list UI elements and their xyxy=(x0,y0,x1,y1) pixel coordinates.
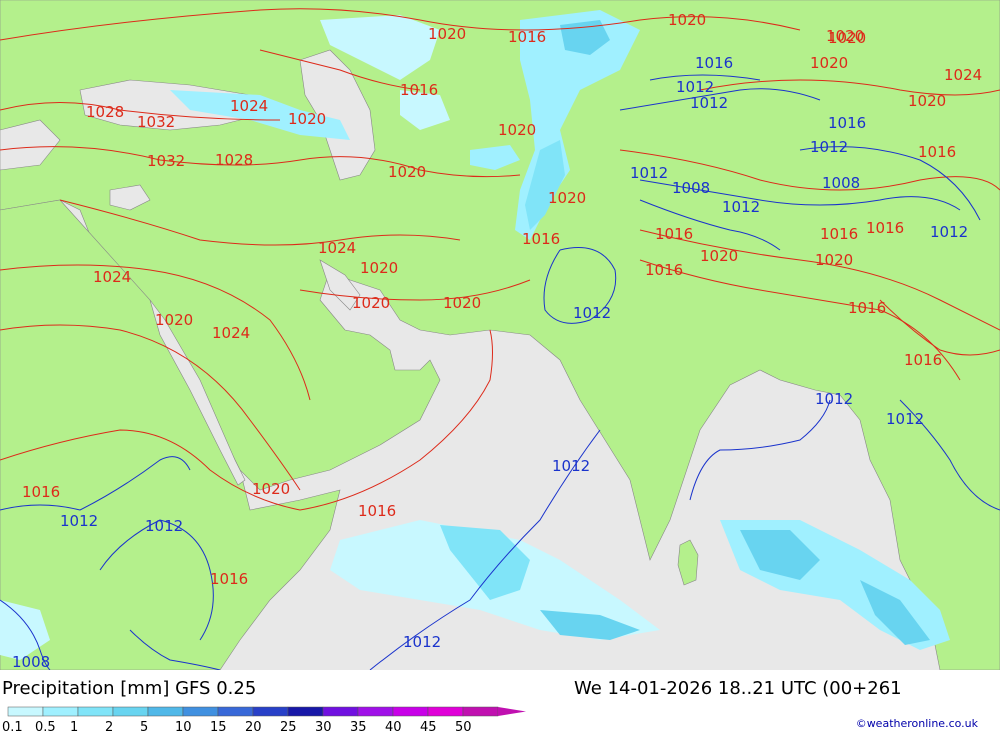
isobar-label: 1024 xyxy=(212,324,250,342)
isobar-label: 1020 xyxy=(815,251,853,269)
isobar-label: 1028 xyxy=(215,151,253,169)
isobar-label: 1024 xyxy=(318,239,356,257)
isobar-label: 1012 xyxy=(722,198,760,216)
legend-color-box xyxy=(7,706,44,717)
legend-label: 10 xyxy=(175,720,192,733)
isobar-label: 1020 xyxy=(443,294,481,312)
isobar-label: 1024 xyxy=(93,268,131,286)
isobar-label: 1016 xyxy=(848,299,886,317)
legend-label: 50 xyxy=(455,720,472,733)
legend-color-box xyxy=(182,706,219,717)
isobar-label: 1012 xyxy=(403,633,441,651)
isobar-label: 1012 xyxy=(552,457,590,475)
isobar-label: 1016 xyxy=(210,570,248,588)
isobar-label: 1016 xyxy=(358,502,396,520)
isobar-label: 1012 xyxy=(886,410,924,428)
isobar-label: 1020 xyxy=(498,121,536,139)
isobar-label: 1020 xyxy=(548,189,586,207)
legend-color-box xyxy=(42,706,79,717)
isobar-label: 1012 xyxy=(573,304,611,322)
isobar-label: 1032 xyxy=(147,152,185,170)
legend-label: 0.5 xyxy=(35,720,56,733)
legend-color-box xyxy=(392,706,429,717)
legend-color-box xyxy=(427,706,464,717)
legend-label: 40 xyxy=(385,720,402,733)
isobar-label: 1020 xyxy=(700,247,738,265)
legend-color-box xyxy=(287,706,324,717)
valid-time: We 14-01-2026 18..21 UTC (00+261 xyxy=(574,678,902,699)
isobar-label: 1016 xyxy=(655,225,693,243)
legend-color-box xyxy=(357,706,394,717)
legend-label: 45 xyxy=(420,720,437,733)
legend-label: 5 xyxy=(140,720,148,733)
isobar-label: 1020 xyxy=(155,311,193,329)
credit-text: ©weatheronline.co.uk xyxy=(855,717,978,730)
isobar-label: 1020 xyxy=(810,54,848,72)
isobar-label: 1008 xyxy=(822,174,860,192)
map-title: Precipitation [mm] GFS 0.25 xyxy=(2,678,257,699)
isobar-label: 1012 xyxy=(630,164,668,182)
isobar-label: 1016 xyxy=(22,483,60,501)
legend-color-box xyxy=(112,706,149,717)
legend-color-box xyxy=(322,706,359,717)
isobar-label: 1020 xyxy=(360,259,398,277)
isobar-label: 1016 xyxy=(508,28,546,46)
isobar-label: 1020 xyxy=(252,480,290,498)
isobar-label: 1016 xyxy=(400,81,438,99)
precipitation-map: 1020 1016 1020 1020 1024 1016 1028 1032 … xyxy=(0,0,1000,670)
legend-label: 0.1 xyxy=(2,720,23,733)
isobar-label: 1024 xyxy=(230,97,268,115)
isobar-label: 1012 xyxy=(60,512,98,530)
isobar-label: 1020 xyxy=(826,27,864,45)
isobar-label: 1016 xyxy=(522,230,560,248)
isobar-label: 1012 xyxy=(815,390,853,408)
legend-label: 35 xyxy=(350,720,367,733)
legend-label: 30 xyxy=(315,720,332,733)
isobar-label: 1012 xyxy=(145,517,183,535)
isobar-label: 1020 xyxy=(288,110,326,128)
legend-arrow xyxy=(498,707,526,716)
legend-label: 15 xyxy=(210,720,227,733)
legend-label: 25 xyxy=(280,720,297,733)
isobar-label: 1012 xyxy=(810,138,848,156)
isobar-label: 1024 xyxy=(944,66,982,84)
isobar-label: 1012 xyxy=(930,223,968,241)
legend-color-box xyxy=(252,706,289,717)
precipitation-legend: 0.1 0.5 1 2 5 10 15 20 25 30 35 40 45 50 xyxy=(2,706,526,733)
isobar-label: 1020 xyxy=(352,294,390,312)
isobar-label: 1016 xyxy=(645,261,683,279)
isobar-label: 1012 xyxy=(690,94,728,112)
isobar-label: 1020 xyxy=(668,11,706,29)
isobar-label: 1020 xyxy=(908,92,946,110)
isobar-label: 1032 xyxy=(137,113,175,131)
isobar-label: 1016 xyxy=(866,219,904,237)
legend-label: 20 xyxy=(245,720,262,733)
isobar-label: 1028 xyxy=(86,103,124,121)
legend-label: 2 xyxy=(105,720,113,733)
legend-label: 1 xyxy=(70,720,78,733)
isobar-label: 1016 xyxy=(820,225,858,243)
isobar-label: 1020 xyxy=(388,163,426,181)
legend-color-box xyxy=(462,706,499,717)
isobar-label: 1016 xyxy=(918,143,956,161)
isobar-label: 1016 xyxy=(904,351,942,369)
isobar-label: 1008 xyxy=(12,653,50,670)
legend-color-box xyxy=(77,706,114,717)
isobar-label: 1016 xyxy=(695,54,733,72)
isobar-label: 1008 xyxy=(672,179,710,197)
legend-color-box xyxy=(147,706,184,717)
legend-color-box xyxy=(217,706,254,717)
isobar-label: 1016 xyxy=(828,114,866,132)
isobar-label: 1020 xyxy=(428,25,466,43)
